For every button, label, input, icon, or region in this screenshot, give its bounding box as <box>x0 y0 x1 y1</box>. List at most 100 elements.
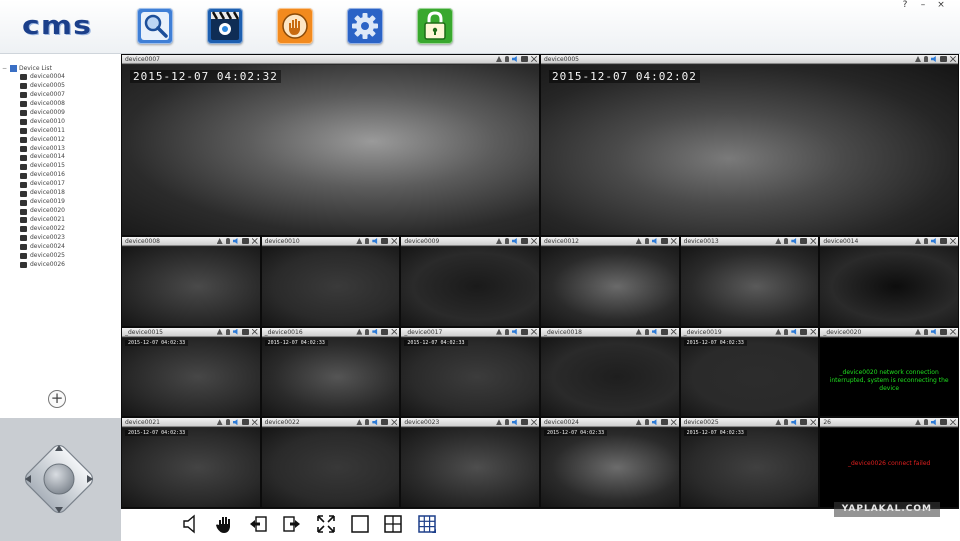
snapshot-icon[interactable] <box>939 419 947 426</box>
video-cell-large[interactable]: device0007 2015-12-07 04:02:32 <box>121 54 540 236</box>
snapshot-icon[interactable] <box>381 238 389 244</box>
sound-icon[interactable] <box>791 328 797 335</box>
fullscreen-button[interactable] <box>316 514 336 534</box>
video-cell[interactable]: device0025 2015-12-07 04:02:33 <box>679 417 820 508</box>
snapshot-icon[interactable] <box>660 419 668 426</box>
collapse-icon[interactable]: − <box>2 64 8 73</box>
snapshot-icon[interactable] <box>940 56 947 62</box>
device-tree-item[interactable]: device0013 <box>2 145 118 154</box>
talk-icon[interactable] <box>775 419 782 426</box>
video-cell[interactable]: device0014 <box>819 236 959 327</box>
talk-icon[interactable] <box>216 419 223 426</box>
video-cell[interactable]: _device0020 _device0020 network connectio… <box>819 326 959 418</box>
search-device-button[interactable] <box>137 8 173 44</box>
snapshot-icon[interactable] <box>939 328 947 335</box>
device-tree-root[interactable]: − Device List <box>2 64 118 73</box>
sound-icon[interactable] <box>512 56 517 62</box>
lock-button[interactable] <box>417 8 453 44</box>
device-tree-item[interactable]: device0004 <box>2 73 118 82</box>
video-cell[interactable]: device0008 <box>121 236 261 327</box>
talk-icon[interactable] <box>775 328 782 335</box>
talk-icon[interactable] <box>216 328 223 335</box>
close-icon[interactable] <box>670 328 677 335</box>
snapshot-icon[interactable] <box>660 238 668 244</box>
sound-icon[interactable] <box>511 419 517 426</box>
device-tree-item[interactable]: device0014 <box>2 153 118 162</box>
sound-icon[interactable] <box>232 328 238 335</box>
microphone-icon[interactable] <box>923 419 928 426</box>
close-icon[interactable] <box>670 238 677 244</box>
talk-icon[interactable] <box>356 238 363 244</box>
talk-icon[interactable] <box>216 238 223 244</box>
close-icon[interactable] <box>950 56 956 62</box>
sound-icon[interactable] <box>930 419 936 426</box>
video-cell[interactable]: _device0015 2015-12-07 04:02:33 <box>121 326 261 418</box>
device-tree-item[interactable]: device0026 <box>2 261 118 270</box>
minimize-button[interactable]: – <box>918 0 928 12</box>
device-tree-item[interactable]: device0015 <box>2 162 118 171</box>
video-cell[interactable]: device0022 <box>260 417 401 508</box>
snapshot-icon[interactable] <box>381 419 389 426</box>
volume-button[interactable] <box>181 514 201 534</box>
talk-icon[interactable] <box>914 419 921 426</box>
snapshot-icon[interactable] <box>800 419 808 426</box>
talk-icon[interactable] <box>914 238 921 244</box>
close-icon[interactable] <box>530 328 537 335</box>
talk-icon[interactable] <box>915 56 921 62</box>
close-icon[interactable] <box>949 238 956 244</box>
ptz-hand-button[interactable] <box>214 514 234 534</box>
device-tree-item[interactable]: device0011 <box>2 127 118 136</box>
device-tree-item[interactable]: device0022 <box>2 225 118 234</box>
video-cell[interactable]: _device0016 2015-12-07 04:02:33 <box>260 326 401 418</box>
sound-icon[interactable] <box>372 419 378 426</box>
close-icon[interactable] <box>531 56 537 62</box>
sound-icon[interactable] <box>930 328 936 335</box>
microphone-icon[interactable] <box>644 328 649 335</box>
layout-multi-button[interactable] <box>417 514 437 534</box>
close-icon[interactable] <box>391 419 398 426</box>
video-cell[interactable]: device0012 <box>540 236 680 327</box>
talk-icon[interactable] <box>775 238 782 244</box>
playback-button[interactable] <box>207 8 243 44</box>
help-button[interactable]: ? <box>900 0 910 12</box>
close-icon[interactable] <box>949 328 956 335</box>
snapshot-icon[interactable] <box>241 238 249 244</box>
video-cell[interactable]: device0024 2015-12-07 04:02:33 <box>540 417 680 508</box>
snapshot-icon[interactable] <box>660 328 668 335</box>
snapshot-icon[interactable] <box>381 328 389 335</box>
microphone-icon[interactable] <box>644 238 649 244</box>
sound-icon[interactable] <box>791 238 797 244</box>
device-tree-item[interactable]: device0018 <box>2 189 118 198</box>
snapshot-icon[interactable] <box>800 238 808 244</box>
snapshot-icon[interactable] <box>521 56 528 62</box>
talk-icon[interactable] <box>495 238 502 244</box>
close-icon[interactable] <box>251 238 258 244</box>
microphone-icon[interactable] <box>504 419 509 426</box>
microphone-icon[interactable] <box>225 328 230 335</box>
device-tree-item[interactable]: device0016 <box>2 171 118 180</box>
microphone-icon[interactable] <box>923 238 928 244</box>
microphone-icon[interactable] <box>505 56 509 62</box>
layout-4-button[interactable] <box>383 514 403 534</box>
device-tree-item[interactable]: device0010 <box>2 118 118 127</box>
microphone-icon[interactable] <box>365 238 370 244</box>
sound-icon[interactable] <box>651 419 657 426</box>
talk-icon[interactable] <box>914 328 921 335</box>
device-tree-item[interactable]: device0019 <box>2 198 118 207</box>
video-cell[interactable]: _device0019 2015-12-07 04:02:33 <box>679 326 820 418</box>
talk-icon[interactable] <box>635 328 642 335</box>
device-tree-item[interactable]: device0012 <box>2 136 118 145</box>
close-icon[interactable] <box>949 419 956 426</box>
microphone-icon[interactable] <box>924 56 928 62</box>
video-cell-large[interactable]: device0005 2015-12-07 04:02:02 <box>540 54 959 236</box>
video-cell[interactable]: device0009 <box>400 236 540 327</box>
close-icon[interactable] <box>251 328 258 335</box>
ptz-direction-pad[interactable] <box>20 440 98 518</box>
sound-icon[interactable] <box>372 238 378 244</box>
microphone-icon[interactable] <box>644 419 649 426</box>
device-tree-item[interactable]: device0023 <box>2 234 118 243</box>
microphone-icon[interactable] <box>225 419 230 426</box>
microphone-icon[interactable] <box>504 238 509 244</box>
sound-icon[interactable] <box>651 328 657 335</box>
talk-icon[interactable] <box>635 419 642 426</box>
